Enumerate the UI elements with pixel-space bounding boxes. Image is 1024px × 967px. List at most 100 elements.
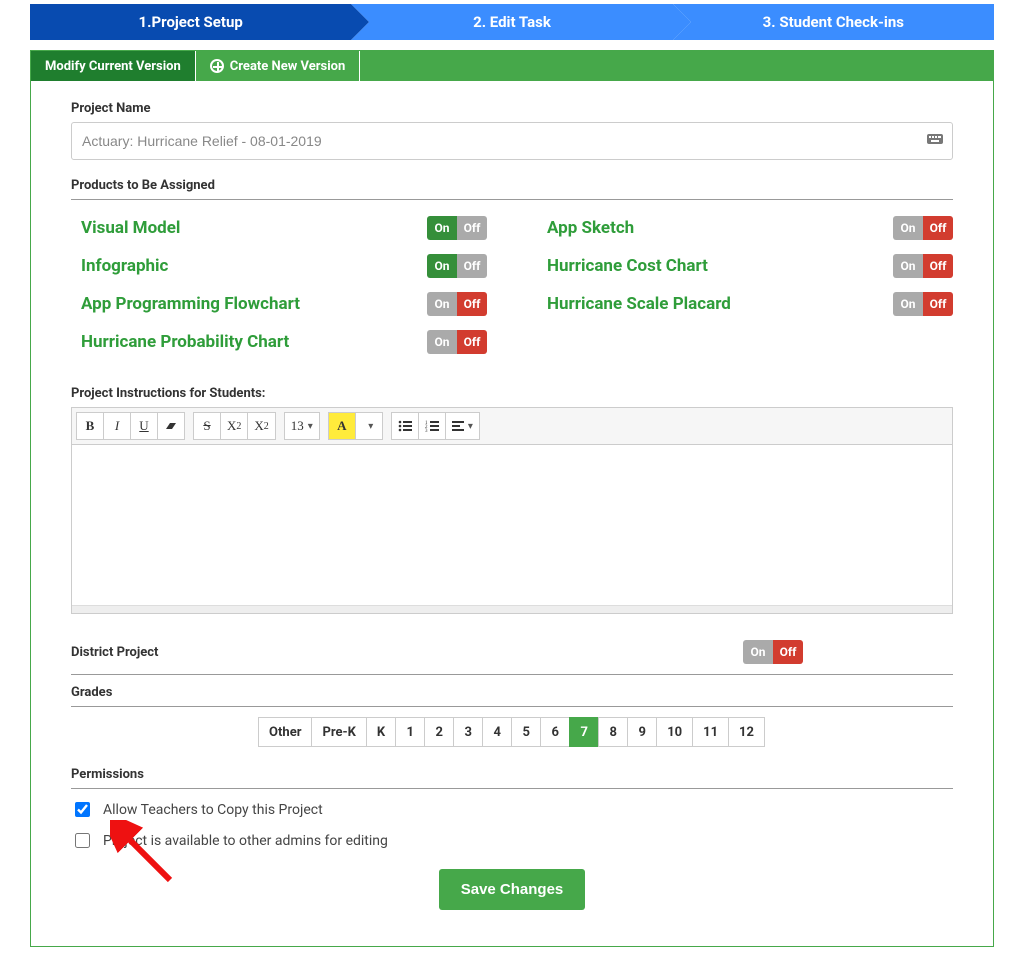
toggle-off[interactable]: Off (923, 292, 953, 316)
grade-option[interactable]: 2 (424, 717, 454, 747)
toggle-on[interactable]: On (893, 254, 923, 278)
product-row: Hurricane Probability Chart OnOff (81, 330, 487, 354)
editor-bold-button[interactable]: B (76, 412, 104, 440)
products-label: Products to Be Assigned (71, 178, 953, 193)
product-toggle[interactable]: OnOff (893, 254, 953, 278)
grade-option[interactable]: 4 (482, 717, 512, 747)
grades-selector: OtherPre-KK123456789101112 (71, 717, 953, 747)
version-tabs: Modify Current Version Create New Versio… (31, 51, 993, 81)
project-name-input[interactable] (71, 122, 953, 160)
product-name: Hurricane Probability Chart (81, 332, 289, 352)
toggle-on[interactable]: On (427, 254, 457, 278)
editor-textarea[interactable] (72, 445, 952, 605)
rich-text-editor: B I U S X2 X2 13 A (71, 407, 953, 614)
grade-option[interactable]: 12 (728, 717, 765, 747)
svg-text:3: 3 (425, 429, 428, 432)
project-name-label: Project Name (71, 101, 953, 116)
product-row: App Programming Flowchart OnOff (81, 292, 487, 316)
editor-fontsize-dropdown[interactable]: 13 (284, 412, 320, 440)
toggle-on[interactable]: On (893, 292, 923, 316)
editor-clear-format-button[interactable] (157, 412, 185, 440)
editor-textcolor-dropdown[interactable] (355, 412, 383, 440)
grade-option[interactable]: 3 (453, 717, 483, 747)
allow-teachers-copy-label: Allow Teachers to Copy this Project (103, 802, 323, 818)
grade-option[interactable]: 7 (569, 717, 599, 747)
grade-option[interactable]: 8 (598, 717, 628, 747)
toggle-off[interactable]: Off (923, 216, 953, 240)
toggle-off[interactable]: Off (457, 254, 487, 278)
toggle-on[interactable]: On (743, 640, 773, 664)
toggle-on[interactable]: On (893, 216, 923, 240)
instructions-label: Project Instructions for Students: (71, 386, 953, 401)
grade-option[interactable]: Other (258, 717, 312, 747)
editor-subscript-button[interactable]: X2 (247, 412, 275, 440)
product-name: Visual Model (81, 218, 180, 238)
grade-option[interactable]: 11 (692, 717, 729, 747)
toggle-on[interactable]: On (427, 330, 457, 354)
product-row: Hurricane Cost Chart OnOff (547, 254, 953, 278)
grade-option[interactable]: 1 (395, 717, 425, 747)
grade-option[interactable]: 6 (540, 717, 570, 747)
grade-option[interactable]: 10 (656, 717, 693, 747)
editor-underline-button[interactable]: U (130, 412, 158, 440)
editor-superscript-button[interactable]: X2 (220, 412, 248, 440)
divider (71, 199, 953, 200)
editor-align-dropdown[interactable] (445, 412, 480, 440)
product-name: App Sketch (547, 218, 634, 238)
tab-modify-current-version[interactable]: Modify Current Version (31, 51, 196, 81)
allow-teachers-copy-checkbox[interactable] (75, 802, 90, 817)
product-row: Hurricane Scale Placard OnOff (547, 292, 953, 316)
save-changes-button[interactable]: Save Changes (439, 869, 586, 910)
products-grid: Visual ModelOnOffApp SketchOnOffInfograp… (71, 210, 953, 364)
toggle-on[interactable]: On (427, 216, 457, 240)
editor-textcolor-button[interactable]: A (328, 412, 356, 440)
toggle-off[interactable]: Off (773, 640, 803, 664)
divider (71, 674, 953, 675)
product-name: App Programming Flowchart (81, 294, 300, 314)
step-project-setup[interactable]: 1.Project Setup (30, 4, 351, 40)
editor-italic-button[interactable]: I (103, 412, 131, 440)
divider (71, 788, 953, 789)
grade-option[interactable]: K (366, 717, 396, 747)
product-row: Visual Model OnOff (81, 216, 487, 240)
product-row: App Sketch OnOff (547, 216, 953, 240)
editor-resize-handle[interactable] (72, 605, 952, 613)
editor-strikethrough-button[interactable]: S (193, 412, 221, 440)
product-toggle[interactable]: OnOff (427, 330, 487, 354)
product-toggle[interactable]: OnOff (893, 292, 953, 316)
product-row: Infographic OnOff (81, 254, 487, 278)
product-toggle[interactable]: OnOff (893, 216, 953, 240)
admin-edit-checkbox[interactable] (75, 833, 90, 848)
keyboard-icon (927, 132, 943, 150)
toggle-off[interactable]: Off (457, 216, 487, 240)
product-toggle[interactable]: OnOff (427, 292, 487, 316)
toggle-off[interactable]: Off (457, 330, 487, 354)
project-setup-panel: Modify Current Version Create New Versio… (30, 50, 994, 947)
toggle-off[interactable]: Off (923, 254, 953, 278)
product-name: Hurricane Cost Chart (547, 256, 708, 276)
step-edit-task[interactable]: 2. Edit Task (351, 4, 672, 40)
product-name: Infographic (81, 256, 168, 276)
editor-toolbar: B I U S X2 X2 13 A (72, 408, 952, 445)
grade-option[interactable]: Pre-K (311, 717, 366, 747)
plus-icon (210, 59, 224, 73)
toggle-on[interactable]: On (427, 292, 457, 316)
toggle-off[interactable]: Off (457, 292, 487, 316)
tab-create-new-version[interactable]: Create New Version (196, 51, 360, 81)
wizard-stepper: 1.Project Setup 2. Edit Task 3. Student … (30, 4, 994, 40)
grades-label: Grades (71, 685, 953, 700)
step-student-checkins[interactable]: 3. Student Check-ins (673, 4, 994, 40)
tab-create-new-version-label: Create New Version (230, 59, 345, 74)
grade-option[interactable]: 9 (627, 717, 657, 747)
product-name: Hurricane Scale Placard (547, 294, 731, 314)
district-project-toggle[interactable]: On Off (743, 640, 803, 664)
district-project-label: District Project (71, 645, 158, 660)
grade-option[interactable]: 5 (511, 717, 541, 747)
permissions-label: Permissions (71, 767, 953, 782)
editor-ordered-list-button[interactable]: 123 (418, 412, 446, 440)
editor-unordered-list-button[interactable] (391, 412, 419, 440)
divider (71, 706, 953, 707)
admin-edit-label: Project is available to other admins for… (103, 833, 388, 849)
product-toggle[interactable]: OnOff (427, 254, 487, 278)
product-toggle[interactable]: OnOff (427, 216, 487, 240)
